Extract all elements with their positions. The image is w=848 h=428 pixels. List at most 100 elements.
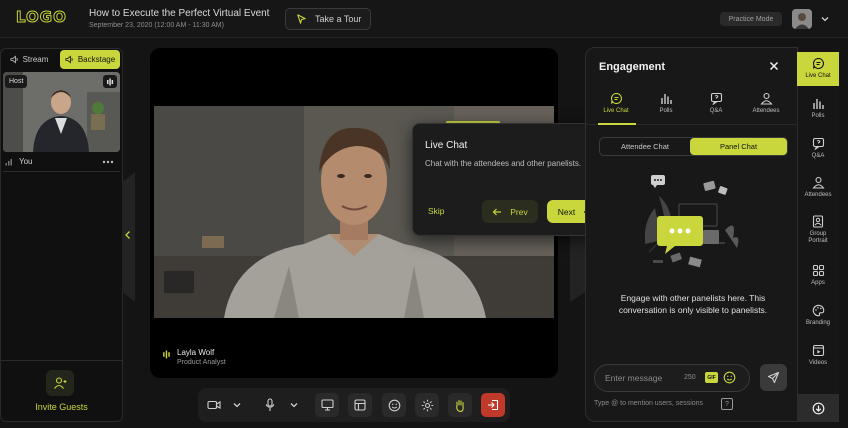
mention-hint: Type @ to mention users, sessions	[594, 400, 704, 407]
skip-button[interactable]: Skip	[428, 206, 445, 216]
panel-chat-tab[interactable]: Panel Chat	[690, 138, 787, 155]
tab-label: Q&A	[709, 108, 723, 114]
rail-item-group-portrait[interactable]: Group Portrait	[797, 215, 839, 245]
screen-share-button[interactable]	[315, 393, 339, 417]
chevron-down-icon	[232, 400, 242, 410]
leave-button[interactable]	[481, 393, 505, 417]
rail-label: Group Portrait	[808, 231, 828, 244]
microphone-button[interactable]	[258, 393, 282, 417]
self-label: You	[19, 157, 33, 166]
microphone-icon	[264, 398, 276, 412]
rail-item-live-chat[interactable]: Live Chat	[797, 57, 839, 80]
gear-icon	[421, 399, 434, 412]
rail-label: Q&A	[811, 153, 825, 159]
attendee-chat-tab[interactable]: Attendee Chat	[602, 139, 688, 154]
layout-button[interactable]	[348, 393, 372, 417]
stream-tab[interactable]: Stream	[3, 50, 55, 69]
prev-button[interactable]: Prev	[482, 200, 538, 223]
layout-icon	[354, 399, 366, 411]
host-tag: Host	[5, 75, 28, 88]
tab-label: Attendees	[752, 108, 780, 114]
backstage-label: Backstage	[77, 55, 116, 64]
rail-item-apps[interactable]: Apps	[797, 264, 839, 287]
invite-guests-button[interactable]: Invite Guests	[0, 402, 123, 412]
exit-icon	[487, 399, 499, 411]
audio-level-icon	[162, 350, 171, 359]
divider	[3, 171, 120, 172]
rail-item-qa[interactable]: Q&A	[797, 137, 839, 160]
character-counter: 250	[684, 374, 696, 381]
rail-item-polls[interactable]: Polls	[797, 97, 839, 120]
empty-state-message: Engage with other panelists here. This c…	[618, 293, 768, 315]
rail-item-attendees[interactable]: Attendees	[797, 176, 839, 199]
send-icon	[767, 371, 780, 384]
popover-description: Chat with the attendees and other paneli…	[425, 159, 582, 168]
palette-icon	[812, 304, 825, 317]
take-a-tour-label: Take a Tour	[315, 14, 362, 24]
tab-qa[interactable]: Q&A	[696, 92, 736, 114]
settings-button[interactable]	[415, 393, 439, 417]
next-label: Next	[557, 206, 576, 217]
stream-label: Stream	[22, 55, 49, 64]
tab-attendees[interactable]: Attendees	[746, 92, 786, 114]
qa-icon	[710, 92, 723, 105]
close-icon[interactable]	[768, 60, 780, 72]
event-date: September 23, 2020 (12:00 AM - 11:30 AM)	[89, 22, 224, 29]
chat-icon	[812, 57, 825, 70]
camera-button[interactable]	[202, 393, 226, 417]
speaker-icon	[10, 55, 19, 64]
portrait-icon	[812, 215, 824, 228]
rail-item-branding[interactable]: Branding	[797, 304, 839, 327]
message-placeholder: Enter message	[605, 373, 663, 383]
gif-button[interactable]: GIF	[705, 372, 718, 383]
rail-label: Videos	[808, 360, 828, 366]
audio-level-icon	[103, 75, 117, 88]
qa-icon	[812, 137, 825, 150]
more-options-icon[interactable]	[102, 160, 114, 164]
active-tab-indicator	[598, 123, 636, 125]
rail-label: Apps	[811, 280, 825, 286]
speaker-name: Layla Wolf	[177, 348, 215, 357]
polls-icon	[812, 97, 825, 110]
take-a-tour-button[interactable]: Take a Tour	[285, 8, 371, 30]
chevron-left-icon[interactable]	[124, 230, 132, 240]
tab-label: Polls	[659, 108, 673, 114]
signal-icon	[5, 158, 13, 166]
help-icon[interactable]: ?	[721, 398, 733, 410]
event-title: How to Execute the Perfect Virtual Event	[89, 8, 270, 19]
tab-polls[interactable]: Polls	[646, 92, 686, 114]
rail-label: Branding	[805, 320, 831, 326]
prev-label: Prev	[510, 206, 528, 217]
attendees-icon	[759, 92, 773, 105]
add-user-icon[interactable]	[46, 370, 74, 396]
hand-icon	[454, 399, 466, 412]
send-button[interactable]	[760, 364, 787, 391]
rail-item-videos[interactable]: Videos	[797, 344, 839, 367]
engagement-title: Engagement	[599, 61, 666, 73]
chevron-down-icon	[289, 400, 299, 410]
self-row: You	[3, 153, 120, 170]
rail-expand-button[interactable]	[797, 394, 839, 422]
popover-title: Live Chat	[425, 140, 468, 151]
chevron-down-icon[interactable]	[820, 14, 830, 24]
speaker-icon	[65, 55, 74, 64]
attendees-icon	[811, 176, 825, 189]
cursor-arrow-icon	[296, 13, 307, 25]
camera-icon	[207, 399, 221, 411]
empty-chat-illustration	[645, 172, 745, 270]
emoji-icon[interactable]	[723, 371, 736, 384]
user-avatar[interactable]	[792, 9, 812, 29]
tab-live-chat[interactable]: Live Chat	[596, 92, 636, 114]
tab-label: Live Chat	[603, 108, 629, 114]
speaker-role: Product Analyst	[177, 359, 226, 366]
backstage-tab[interactable]: Backstage	[60, 50, 120, 69]
camera-options-button[interactable]	[227, 393, 247, 417]
rail-label: Polls	[811, 113, 825, 119]
rail-label: Attendees	[804, 192, 832, 198]
rail-label: Live Chat	[805, 73, 831, 79]
raise-hand-button[interactable]	[448, 393, 472, 417]
monitor-icon	[320, 399, 334, 411]
practice-mode-badge[interactable]: Practice Mode	[720, 12, 782, 26]
microphone-options-button[interactable]	[284, 393, 304, 417]
reactions-button[interactable]	[382, 393, 406, 417]
